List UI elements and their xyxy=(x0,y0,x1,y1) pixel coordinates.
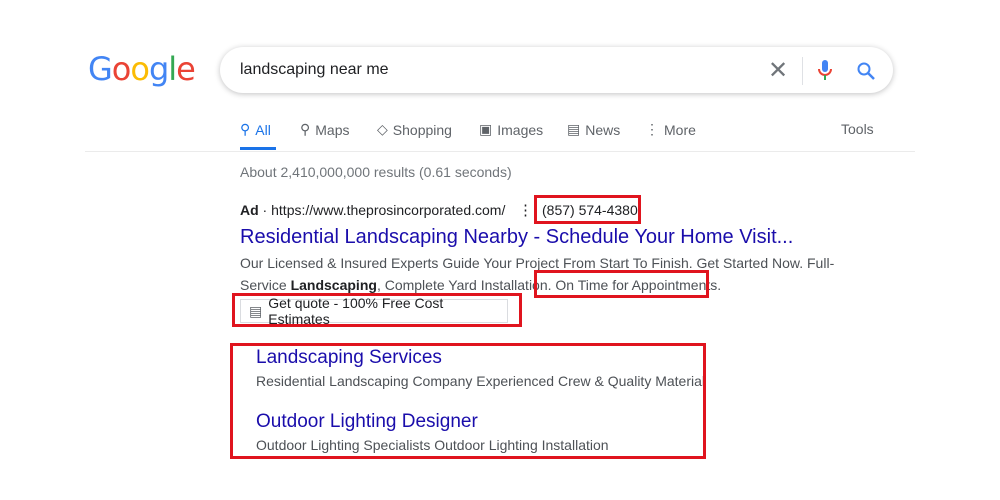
highlight-box-appointments xyxy=(534,270,709,298)
divider xyxy=(85,151,915,152)
search-input[interactable]: landscaping near me xyxy=(240,61,389,79)
search-icon: ⚲ xyxy=(240,121,251,137)
tab-all[interactable]: ⚲ All xyxy=(240,121,271,138)
tab-more[interactable]: ⋮ More xyxy=(645,121,696,138)
result-stats: About 2,410,000,000 results (0.61 second… xyxy=(240,164,512,180)
google-logo[interactable]: Google xyxy=(88,50,196,88)
more-options-icon[interactable]: ⋮ xyxy=(518,201,533,219)
highlight-box-phone xyxy=(534,195,641,224)
search-icon[interactable] xyxy=(856,61,876,81)
ad-description-1: Our Licensed & Insured Experts Guide You… xyxy=(240,255,835,271)
dots-icon: ⋮ xyxy=(645,121,659,137)
tab-news[interactable]: ▤ News xyxy=(567,121,620,138)
tools-button[interactable]: Tools xyxy=(841,121,874,137)
ad-header: Ad · https://www.theprosincorporated.com… xyxy=(240,202,506,218)
microphone-icon[interactable] xyxy=(818,59,832,81)
highlight-box-sitelinks xyxy=(230,343,706,459)
active-tab-indicator xyxy=(240,147,276,150)
tab-images[interactable]: ▣ Images xyxy=(479,121,543,138)
divider xyxy=(802,57,803,85)
image-icon: ▣ xyxy=(479,121,493,137)
ad-title[interactable]: Residential Landscaping Nearby - Schedul… xyxy=(240,226,793,249)
tab-shopping[interactable]: ◇ Shopping xyxy=(377,121,452,138)
ad-url[interactable]: https://www.theprosincorporated.com/ xyxy=(271,202,505,218)
tag-icon: ◇ xyxy=(377,121,388,137)
highlight-box-quote xyxy=(232,293,522,327)
tab-maps[interactable]: ⚲ Maps xyxy=(300,121,350,138)
clear-icon[interactable]: ✕ xyxy=(768,56,788,85)
pin-icon: ⚲ xyxy=(300,121,311,137)
ad-badge: Ad xyxy=(240,202,259,218)
search-box[interactable]: landscaping near me ✕ xyxy=(220,47,893,93)
news-icon: ▤ xyxy=(567,121,581,137)
